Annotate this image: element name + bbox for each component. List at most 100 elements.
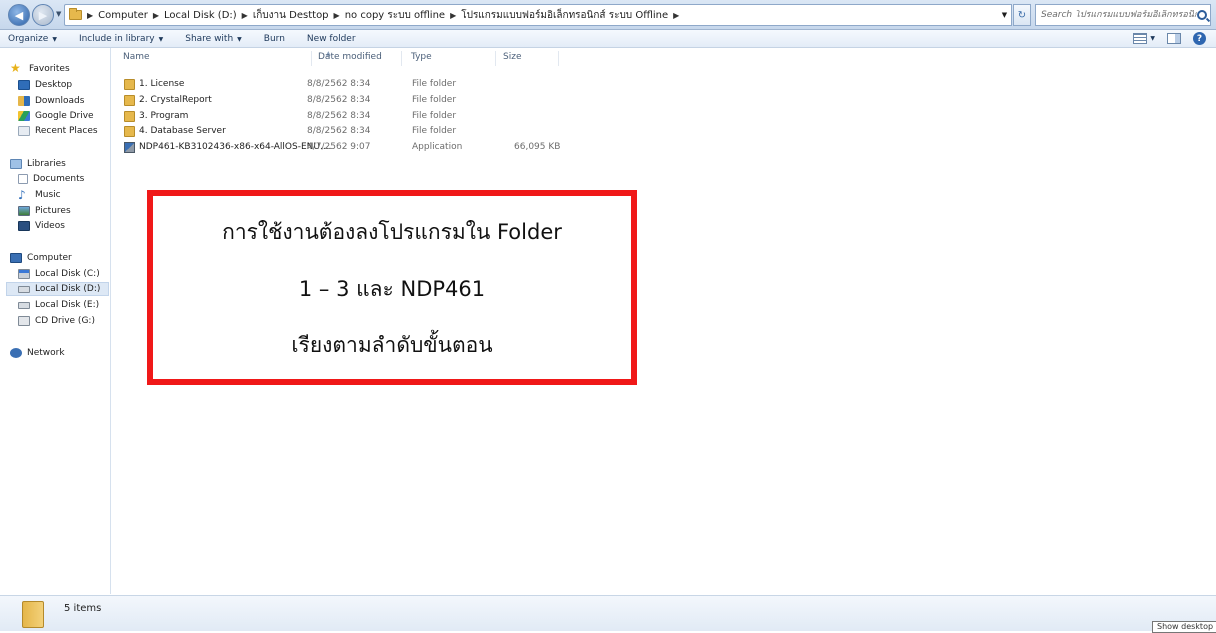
nav-videos[interactable]: Videos: [18, 219, 108, 233]
file-row-database-server[interactable]: 4. Database Server 8/8/2562 8:34 File fo…: [111, 124, 611, 139]
chevron-down-icon: ▼: [52, 35, 57, 43]
nav-local-disk-d[interactable]: Local Disk (D:): [6, 282, 109, 296]
forward-button[interactable]: ▶: [32, 4, 54, 26]
breadcrumb-no-copy-offline[interactable]: no copy ระบบ offline: [345, 8, 445, 23]
nav-music[interactable]: ♪ Music: [18, 188, 108, 202]
column-header-date-modified[interactable]: Date modified: [318, 52, 382, 66]
nav-favorites[interactable]: ★ Favorites: [10, 62, 100, 76]
documents-icon: [18, 174, 28, 184]
breadcrumb-desktop-backup[interactable]: เก็บงาน Desttop: [253, 8, 329, 23]
back-arrow-icon: ◀: [14, 8, 24, 22]
help-icon[interactable]: ?: [1193, 32, 1206, 45]
nav-recent-places[interactable]: Recent Places: [18, 124, 108, 138]
command-bar: Organize ▼ Include in library ▼ Share with…: [0, 30, 1216, 48]
column-divider[interactable]: [311, 51, 312, 66]
nav-documents-label: Documents: [33, 174, 85, 184]
forward-arrow-icon: ▶: [38, 8, 48, 22]
nav-computer-label: Computer: [27, 253, 72, 263]
search-icon[interactable]: [1197, 10, 1207, 20]
column-header-name[interactable]: Name: [123, 52, 150, 66]
address-bar[interactable]: ▶ Computer ▶ Local Disk (D:) ▶ เก็บงาน D…: [64, 4, 1000, 26]
file-date: 8/8/2562 8:34: [307, 95, 371, 105]
breadcrumb-eform-offline[interactable]: โปรแกรมแบบฟอร์มอิเล็กทรอนิกส์ ระบบ Offli…: [461, 8, 668, 23]
chevron-right-icon[interactable]: ▶: [153, 11, 159, 20]
search-box[interactable]: [1035, 4, 1211, 26]
nav-downloads[interactable]: Downloads: [18, 94, 108, 108]
callout-line-3: เรียงตามลำดับขั้นตอน: [291, 333, 493, 357]
nav-libraries[interactable]: Libraries: [10, 157, 100, 171]
file-row-crystalreport[interactable]: 2. CrystalReport 8/8/2562 8:34 File fold…: [111, 93, 611, 108]
column-divider[interactable]: [558, 51, 559, 66]
installer-icon: [124, 142, 135, 153]
nav-pictures[interactable]: Pictures: [18, 204, 108, 218]
music-icon: ♪: [18, 188, 26, 202]
view-options-icon: [1133, 33, 1148, 44]
column-divider[interactable]: [401, 51, 402, 66]
nav-cd-drive-g-label: CD Drive (G:): [35, 316, 95, 326]
column-header-type[interactable]: Type: [411, 52, 432, 66]
refresh-button[interactable]: ↻: [1013, 4, 1031, 26]
chevron-right-icon[interactable]: ▶: [242, 11, 248, 20]
file-type: File folder: [412, 111, 457, 121]
new-folder-button[interactable]: New folder: [307, 34, 356, 44]
recent-pages-dropdown[interactable]: ▼: [56, 10, 61, 18]
view-controls: ▼ ?: [1133, 32, 1206, 45]
folder-icon: [124, 126, 135, 137]
chevron-right-icon[interactable]: ▶: [334, 11, 340, 20]
nav-favorites-label: Favorites: [29, 64, 70, 74]
pictures-icon: [18, 206, 30, 216]
back-button[interactable]: ◀: [8, 4, 30, 26]
file-type: Application: [412, 142, 463, 152]
chevron-right-icon[interactable]: ▶: [87, 11, 93, 20]
file-row-license[interactable]: 1. License 8/8/2562 8:34 File folder: [111, 77, 611, 92]
star-icon: ★: [10, 61, 21, 75]
organize-menu[interactable]: Organize ▼: [8, 34, 57, 44]
file-date: 8/8/2562 8:34: [307, 111, 371, 121]
breadcrumb-computer[interactable]: Computer: [98, 10, 148, 21]
navigation-pane: ★ Favorites Desktop Downloads Google Dri…: [0, 48, 111, 594]
share-with-menu[interactable]: Share with ▼: [185, 34, 242, 44]
nav-documents[interactable]: Documents: [18, 172, 108, 186]
chevron-down-icon: ▼: [1150, 35, 1155, 42]
folder-icon: [124, 95, 135, 106]
file-row-program[interactable]: 3. Program 8/8/2562 8:34 File folder: [111, 109, 611, 124]
nav-google-drive[interactable]: Google Drive: [18, 109, 108, 123]
system-drive-icon: [18, 269, 30, 279]
change-view-button[interactable]: ▼: [1133, 33, 1155, 44]
column-header-size[interactable]: Size: [503, 52, 521, 66]
callout-line-1: การใช้งานต้องลงโปรแกรมใน Folder: [222, 220, 562, 244]
nav-local-disk-e[interactable]: Local Disk (E:): [18, 298, 108, 312]
nav-local-disk-c[interactable]: Local Disk (C:): [18, 267, 108, 281]
folder-icon: [22, 601, 44, 628]
include-in-library-menu[interactable]: Include in library ▼: [79, 34, 163, 44]
explorer-window: ◀ ▶ ▼ ▶ Computer ▶ Local Disk (D:) ▶ เก็…: [0, 0, 1216, 633]
burn-button[interactable]: Burn: [264, 34, 285, 44]
nav-computer[interactable]: Computer: [10, 251, 100, 265]
breadcrumb-local-disk-d[interactable]: Local Disk (D:): [164, 10, 237, 21]
search-input[interactable]: [1041, 10, 1197, 20]
details-pane: 5 items: [0, 595, 1216, 631]
organize-label: Organize: [8, 33, 49, 44]
network-icon: [10, 348, 22, 358]
chevron-right-icon[interactable]: ▶: [450, 11, 456, 20]
nav-videos-label: Videos: [35, 221, 65, 231]
nav-cd-drive-g[interactable]: CD Drive (G:): [18, 314, 108, 328]
nav-downloads-label: Downloads: [35, 96, 85, 106]
preview-pane-icon[interactable]: [1167, 33, 1181, 44]
drive-icon: [18, 285, 30, 293]
nav-desktop-label: Desktop: [35, 80, 73, 90]
file-type: File folder: [412, 79, 457, 89]
desktop-icon: [18, 80, 30, 90]
chevron-right-icon[interactable]: ▶: [673, 11, 679, 20]
nav-desktop[interactable]: Desktop: [18, 78, 108, 92]
address-history-dropdown[interactable]: ▼: [998, 4, 1012, 26]
file-row-ndp461[interactable]: NDP461-KB3102436-x86-x64-AllOS-ENU.... 4…: [111, 140, 611, 155]
file-type: File folder: [412, 126, 457, 136]
file-date: 4/7/2562 9:07: [307, 142, 371, 152]
column-divider[interactable]: [495, 51, 496, 66]
nav-network[interactable]: Network: [10, 346, 100, 360]
chevron-down-icon: ▼: [158, 35, 164, 43]
cd-drive-icon: [18, 316, 30, 326]
nav-recent-places-label: Recent Places: [35, 126, 98, 136]
videos-icon: [18, 221, 30, 231]
